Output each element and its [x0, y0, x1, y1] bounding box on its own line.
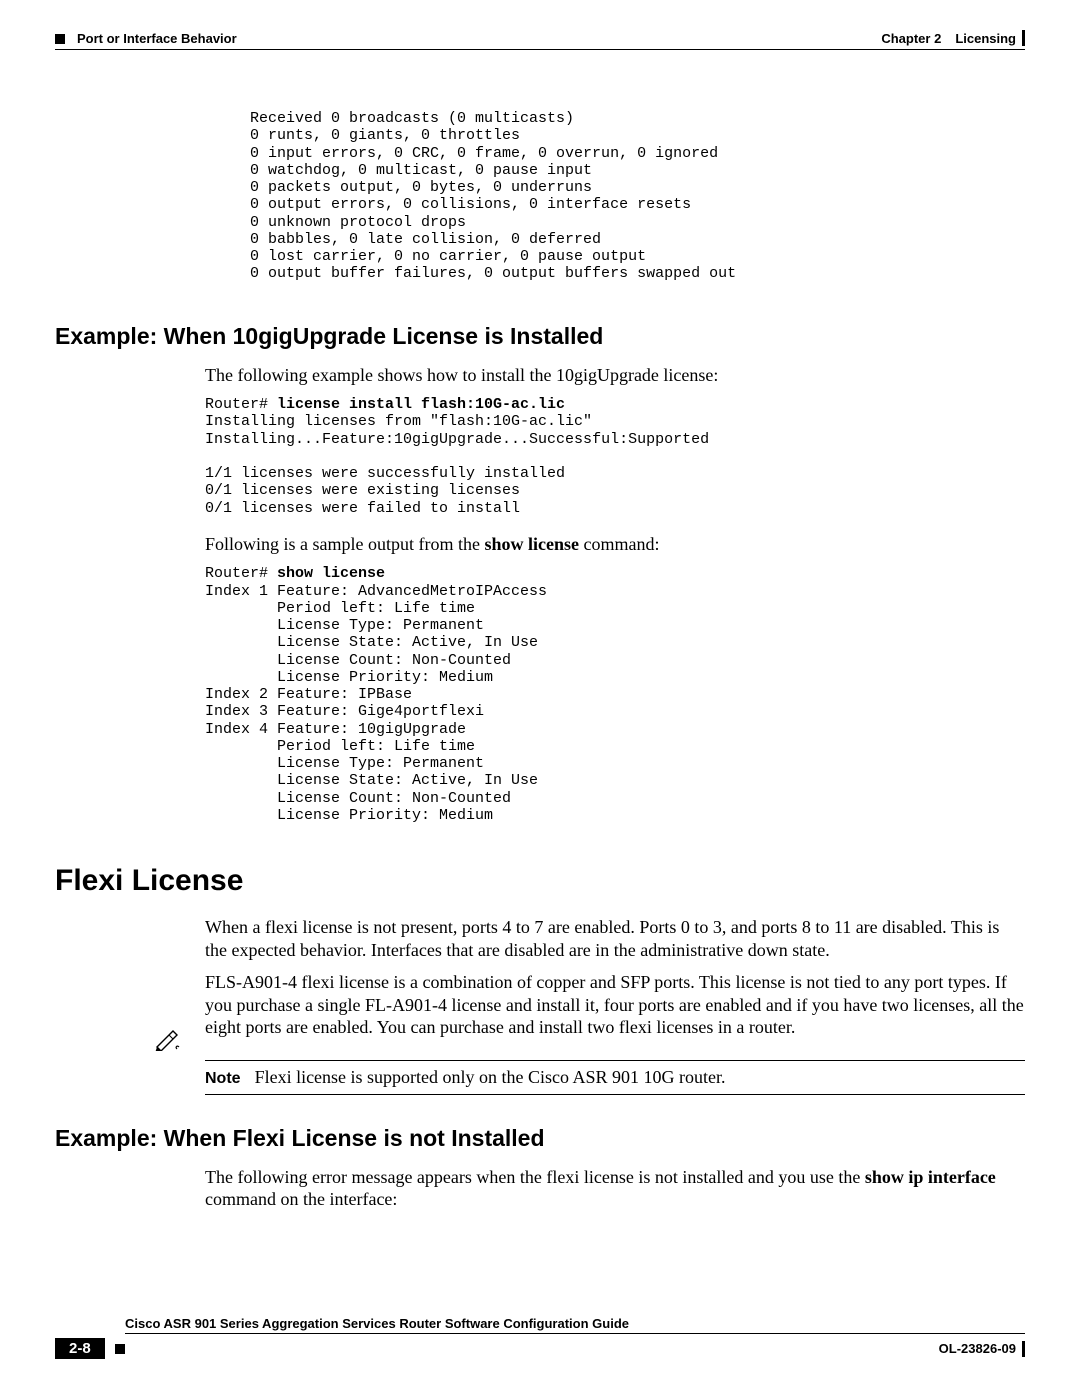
code-show-license: Router# show license Index 1 Feature: Ad…: [205, 565, 1025, 824]
note-block: Note Flexi license is supported only on t…: [155, 1053, 1025, 1095]
flexi-p2: FLS-A901-4 flexi license is a combinatio…: [205, 971, 1025, 1039]
footer-guide-title: Cisco ASR 901 Series Aggregation Service…: [125, 1316, 1025, 1331]
pencil-icon: [155, 1027, 185, 1056]
header-rule: [55, 49, 1025, 50]
heading-10gig-example: Example: When 10gigUpgrade License is In…: [55, 323, 1025, 350]
heading-flexi-not-installed: Example: When Flexi License is not Insta…: [55, 1125, 1025, 1152]
heading-flexi-license: Flexi License: [55, 864, 1025, 898]
code-output-interface-stats: Received 0 broadcasts (0 multicasts) 0 r…: [223, 110, 1025, 283]
page-header: Port or Interface Behavior Chapter 2 Lic…: [55, 30, 1025, 46]
flexi-not-installed-p1: The following error message appears when…: [205, 1166, 1025, 1211]
page-footer: Cisco ASR 901 Series Aggregation Service…: [55, 1316, 1025, 1359]
note-label: Note: [205, 1070, 241, 1087]
note-text: Flexi license is supported only on the C…: [255, 1067, 726, 1087]
header-chapter-label: Chapter 2: [881, 31, 941, 46]
footer-square-icon: [115, 1344, 125, 1354]
header-section: Port or Interface Behavior: [77, 31, 237, 46]
flexi-p1: When a flexi license is not present, por…: [205, 916, 1025, 961]
header-chapter-title: Licensing: [955, 31, 1016, 46]
header-square-icon: [55, 34, 65, 44]
footer-docid: OL-23826-09: [939, 1341, 1016, 1356]
footer-rule: [125, 1333, 1025, 1334]
intro-10gig: The following example shows how to insta…: [205, 364, 1025, 387]
header-tick-icon: [1022, 30, 1025, 46]
page-number: 2-8: [55, 1338, 105, 1359]
footer-tick-icon: [1022, 1341, 1025, 1357]
code-license-install: Router# license install flash:10G-ac.lic…: [205, 396, 1025, 517]
following-text: Following is a sample output from the sh…: [205, 533, 1025, 556]
